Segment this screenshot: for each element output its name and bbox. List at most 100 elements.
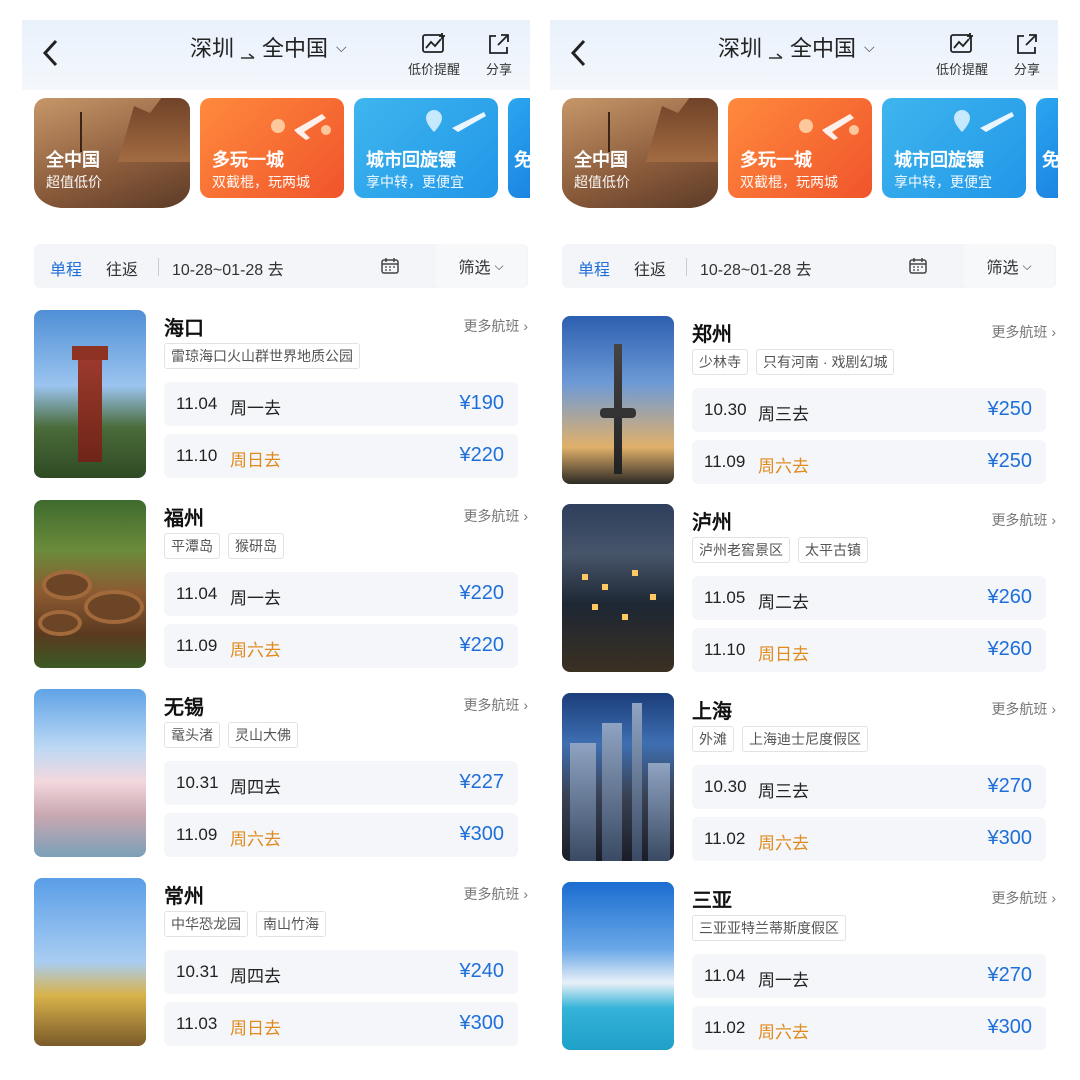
share-label: 分享 xyxy=(1014,62,1041,77)
attraction-tag[interactable]: 三亚亚特兰蒂斯度假区 xyxy=(692,915,846,941)
tab-round-trip[interactable]: 往返 xyxy=(106,256,138,280)
share-button[interactable]: 分享 xyxy=(1014,32,1040,78)
banner-all-china[interactable]: 全中国 超值低价 xyxy=(562,98,718,208)
more-flights-link[interactable]: 更多航班 › xyxy=(991,510,1056,530)
more-flights-link[interactable]: 更多航班 › xyxy=(463,506,528,526)
date-range[interactable]: 10-28~01-28 去 xyxy=(172,256,284,280)
flight-price: ¥300 xyxy=(459,823,505,845)
route-title[interactable]: 深圳 全中国 ⌵ xyxy=(190,32,347,62)
banner-multi-city[interactable]: 多玩一城 双截棍，玩两城 xyxy=(728,98,872,198)
attraction-tag[interactable]: 太平古镇 xyxy=(798,537,868,563)
flight-option-row[interactable]: 11.09 周六去 ¥220 xyxy=(164,624,518,668)
flight-weekday: 周三去 xyxy=(758,405,809,424)
trip-tabs-bar: 单程 往返 10-28~01-28 去 筛选 ⌵ xyxy=(562,244,1056,288)
attraction-tag[interactable]: 泸州老窖景区 xyxy=(692,537,790,563)
destination-card[interactable]: 无锡 更多航班 › 鼋头渚 灵山大佛 10.31 周四去 ¥227 11.09 周六去 ¥… xyxy=(34,689,530,861)
attraction-tag[interactable]: 灵山大佛 xyxy=(228,722,298,748)
flight-weekday: 周三去 xyxy=(758,782,809,801)
more-flights-link[interactable]: 更多航班 › xyxy=(991,322,1056,342)
flight-date: 11.02 xyxy=(704,829,746,848)
flight-price: ¥190 xyxy=(459,392,505,414)
destination-card[interactable]: 常州 更多航班 › 中华恐龙园 南山竹海 10.31 周四去 ¥240 11.03 周日… xyxy=(34,878,530,1050)
flight-option-row[interactable]: 11.02 周六去 ¥300 xyxy=(692,817,1046,861)
flight-option-row[interactable]: 11.02 周六去 ¥300 xyxy=(692,1006,1046,1050)
banner-multi-city[interactable]: 多玩一城 双截棍，玩两城 xyxy=(200,98,344,198)
banner-boomerang[interactable]: 城市回旋镖 享中转，更便宜 xyxy=(882,98,1026,198)
back-arrow-icon[interactable] xyxy=(568,38,590,68)
flight-option-row[interactable]: 11.09 周六去 ¥250 xyxy=(692,440,1046,484)
flight-date: 10.31 xyxy=(176,773,219,792)
flight-date: 10.30 xyxy=(704,400,747,419)
chevron-right-icon: › xyxy=(1051,701,1056,717)
flight-date: 11.05 xyxy=(704,588,746,607)
attraction-tag[interactable]: 上海迪士尼度假区 xyxy=(742,726,868,752)
destination-card[interactable]: 海口 更多航班 › 雷琼海口火山群世界地质公园 11.04 周一去 ¥190 11.… xyxy=(34,310,530,482)
more-flights-link[interactable]: 更多航班 › xyxy=(991,699,1056,719)
city-photo-luzhou xyxy=(562,504,674,672)
calendar-icon[interactable] xyxy=(380,256,400,276)
flight-date: 11.10 xyxy=(176,446,218,465)
flight-option-row[interactable]: 11.05 周二去 ¥260 xyxy=(692,576,1046,620)
attraction-tag[interactable]: 南山竹海 xyxy=(256,911,326,937)
destination-card[interactable]: 郑州 更多航班 › 少林寺 只有河南 · 戏剧幻城 10.30 周三去 ¥250 11… xyxy=(562,316,1058,488)
attraction-tag[interactable]: 平潭岛 xyxy=(164,533,220,559)
flight-date: 11.10 xyxy=(704,640,746,659)
flight-date: 11.04 xyxy=(176,584,218,603)
flight-weekday: 周日去 xyxy=(230,451,281,470)
attraction-tag[interactable]: 鼋头渚 xyxy=(164,722,220,748)
flight-option-row[interactable]: 10.30 周三去 ¥250 xyxy=(692,388,1046,432)
tab-one-way[interactable]: 单程 xyxy=(50,256,82,280)
destination-card[interactable]: 泸州 更多航班 › 泸州老窖景区 太平古镇 11.05 周二去 ¥260 11.10 周… xyxy=(562,504,1058,676)
banner-partial[interactable]: 免 xyxy=(508,98,530,198)
banner-subtitle: 双截棍，玩两城 xyxy=(740,174,838,190)
flight-weekday: 周一去 xyxy=(758,971,809,990)
flight-option-row[interactable]: 11.03 周日去 ¥300 xyxy=(164,1002,518,1046)
destination-card[interactable]: 三亚 更多航班 › 三亚亚特兰蒂斯度假区 11.04 周一去 ¥270 11.02 周… xyxy=(562,882,1058,1054)
calendar-icon[interactable] xyxy=(908,256,928,276)
flight-option-row[interactable]: 11.09 周六去 ¥300 xyxy=(164,813,518,857)
destination-card[interactable]: 上海 更多航班 › 外滩 上海迪士尼度假区 10.30 周三去 ¥270 11.02 周… xyxy=(562,693,1058,865)
attraction-tag[interactable]: 只有河南 · 戏剧幻城 xyxy=(756,349,895,375)
flight-option-row[interactable]: 11.04 周一去 ¥220 xyxy=(164,572,518,616)
banner-partial[interactable]: 免 xyxy=(1036,98,1058,198)
flight-price: ¥250 xyxy=(987,398,1033,420)
flight-option-row[interactable]: 11.10 周日去 ¥260 xyxy=(692,628,1046,672)
more-flights-link[interactable]: 更多航班 › xyxy=(991,888,1056,908)
more-flights-link[interactable]: 更多航班 › xyxy=(463,695,528,715)
filter-button[interactable]: 筛选 ⌵ xyxy=(964,244,1054,288)
flight-option-row[interactable]: 10.30 周三去 ¥270 xyxy=(692,765,1046,809)
attraction-tag[interactable]: 外滩 xyxy=(692,726,734,752)
price-alert-icon xyxy=(950,33,973,53)
banner-subtitle: 超值低价 xyxy=(46,174,102,190)
route-title[interactable]: 深圳 全中国 ⌵ xyxy=(718,32,875,62)
date-range[interactable]: 10-28~01-28 去 xyxy=(700,256,812,280)
flight-option-row[interactable]: 10.31 周四去 ¥227 xyxy=(164,761,518,805)
tab-one-way[interactable]: 单程 xyxy=(578,256,610,280)
price-alert-button[interactable]: 低价提醒 xyxy=(408,32,460,78)
more-flights-link[interactable]: 更多航班 › xyxy=(463,316,528,336)
filter-button[interactable]: 筛选 ⌵ xyxy=(436,244,526,288)
banner-boomerang[interactable]: 城市回旋镖 享中转，更便宜 xyxy=(354,98,498,198)
destination-card[interactable]: 福州 更多航班 › 平潭岛 猴研岛 11.04 周一去 ¥220 11.09 周六去 ¥2… xyxy=(34,500,530,672)
divider xyxy=(686,258,687,276)
attraction-tag[interactable]: 中华恐龙园 xyxy=(164,911,248,937)
more-flights-link[interactable]: 更多航班 › xyxy=(463,884,528,904)
flight-option-row[interactable]: 10.31 周四去 ¥240 xyxy=(164,950,518,994)
share-button[interactable]: 分享 xyxy=(486,32,512,78)
attraction-tag[interactable]: 猴研岛 xyxy=(228,533,284,559)
flight-price: ¥220 xyxy=(459,634,505,656)
flight-weekday: 周四去 xyxy=(230,967,281,986)
tab-round-trip[interactable]: 往返 xyxy=(634,256,666,280)
back-arrow-icon[interactable] xyxy=(40,38,62,68)
flight-option-row[interactable]: 11.04 周一去 ¥190 xyxy=(164,382,518,426)
chevron-right-icon: › xyxy=(523,697,528,713)
banner-all-china[interactable]: 全中国 超值低价 xyxy=(34,98,190,208)
flight-option-row[interactable]: 11.04 周一去 ¥270 xyxy=(692,954,1046,998)
flight-option-row[interactable]: 11.10 周日去 ¥220 xyxy=(164,434,518,478)
city-name: 郑州 xyxy=(692,324,732,346)
price-alert-button[interactable]: 低价提醒 xyxy=(936,32,988,78)
flight-weekday: 周六去 xyxy=(758,1023,809,1042)
attraction-tag[interactable]: 雷琼海口火山群世界地质公园 xyxy=(164,343,360,369)
attraction-tag[interactable]: 少林寺 xyxy=(692,349,748,375)
banner-subtitle: 享中转，更便宜 xyxy=(366,174,464,190)
